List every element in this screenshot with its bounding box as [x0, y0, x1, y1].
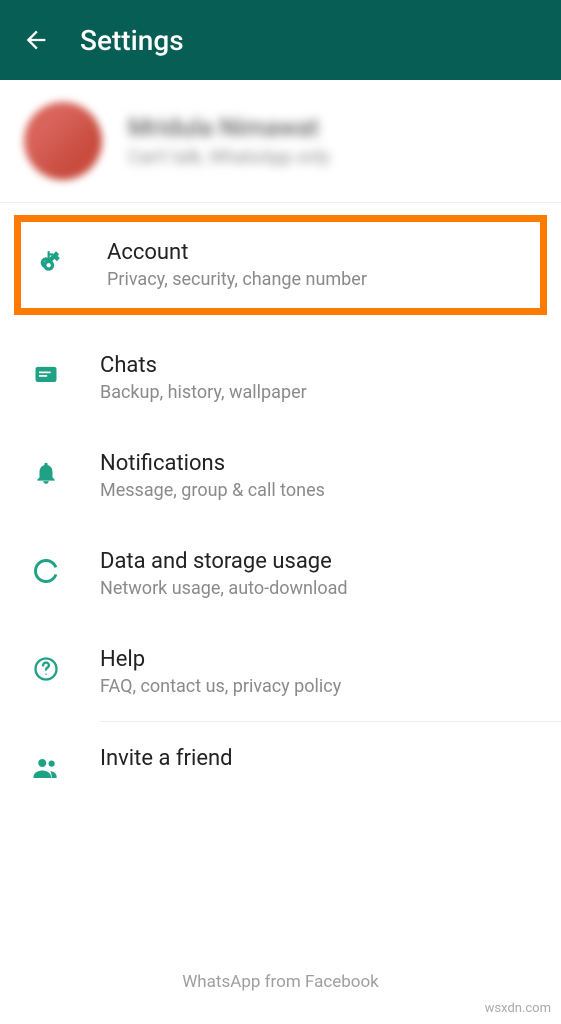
item-help[interactable]: Help FAQ, contact us, privacy policy — [0, 623, 561, 721]
key-icon — [37, 246, 69, 278]
item-title: Notifications — [100, 451, 325, 476]
page-title: Settings — [80, 24, 184, 57]
people-icon — [30, 752, 62, 784]
bell-icon — [30, 457, 62, 489]
watermark: wsxdn.com — [485, 1001, 551, 1016]
item-sub: Network usage, auto-download — [100, 578, 348, 599]
help-icon — [30, 653, 62, 685]
profile-name: Mridula Nimawat — [128, 114, 330, 143]
item-title: Account — [107, 240, 367, 265]
app-header: Settings — [0, 0, 561, 80]
profile-status: Can't talk, WhatsApp only — [128, 147, 330, 168]
back-button[interactable] — [20, 24, 52, 56]
item-chats[interactable]: Chats Backup, history, wallpaper — [0, 329, 561, 427]
item-title: Help — [100, 647, 341, 672]
data-usage-icon — [30, 555, 62, 587]
item-sub: FAQ, contact us, privacy policy — [100, 676, 341, 697]
profile-texts: Mridula Nimawat Can't talk, WhatsApp onl… — [128, 114, 330, 168]
item-title: Chats — [100, 353, 307, 378]
settings-screen: Settings Mridula Nimawat Can't talk, Wha… — [0, 0, 561, 1024]
arrow-back-icon — [22, 26, 50, 54]
item-sub: Privacy, security, change number — [107, 269, 367, 290]
item-sub: Backup, history, wallpaper — [100, 382, 307, 403]
item-sub: Message, group & call tones — [100, 480, 325, 501]
chat-icon — [30, 359, 62, 391]
settings-list: Account Privacy, security, change number… — [0, 203, 561, 808]
item-data-storage[interactable]: Data and storage usage Network usage, au… — [0, 525, 561, 623]
avatar — [24, 102, 102, 180]
item-account[interactable]: Account Privacy, security, change number — [14, 215, 547, 315]
footer-text: WhatsApp from Facebook — [0, 972, 561, 992]
item-title: Invite a friend — [100, 746, 233, 771]
item-invite[interactable]: Invite a friend — [0, 722, 561, 808]
profile-row[interactable]: Mridula Nimawat Can't talk, WhatsApp onl… — [0, 80, 561, 203]
item-title: Data and storage usage — [100, 549, 348, 574]
item-notifications[interactable]: Notifications Message, group & call tone… — [0, 427, 561, 525]
